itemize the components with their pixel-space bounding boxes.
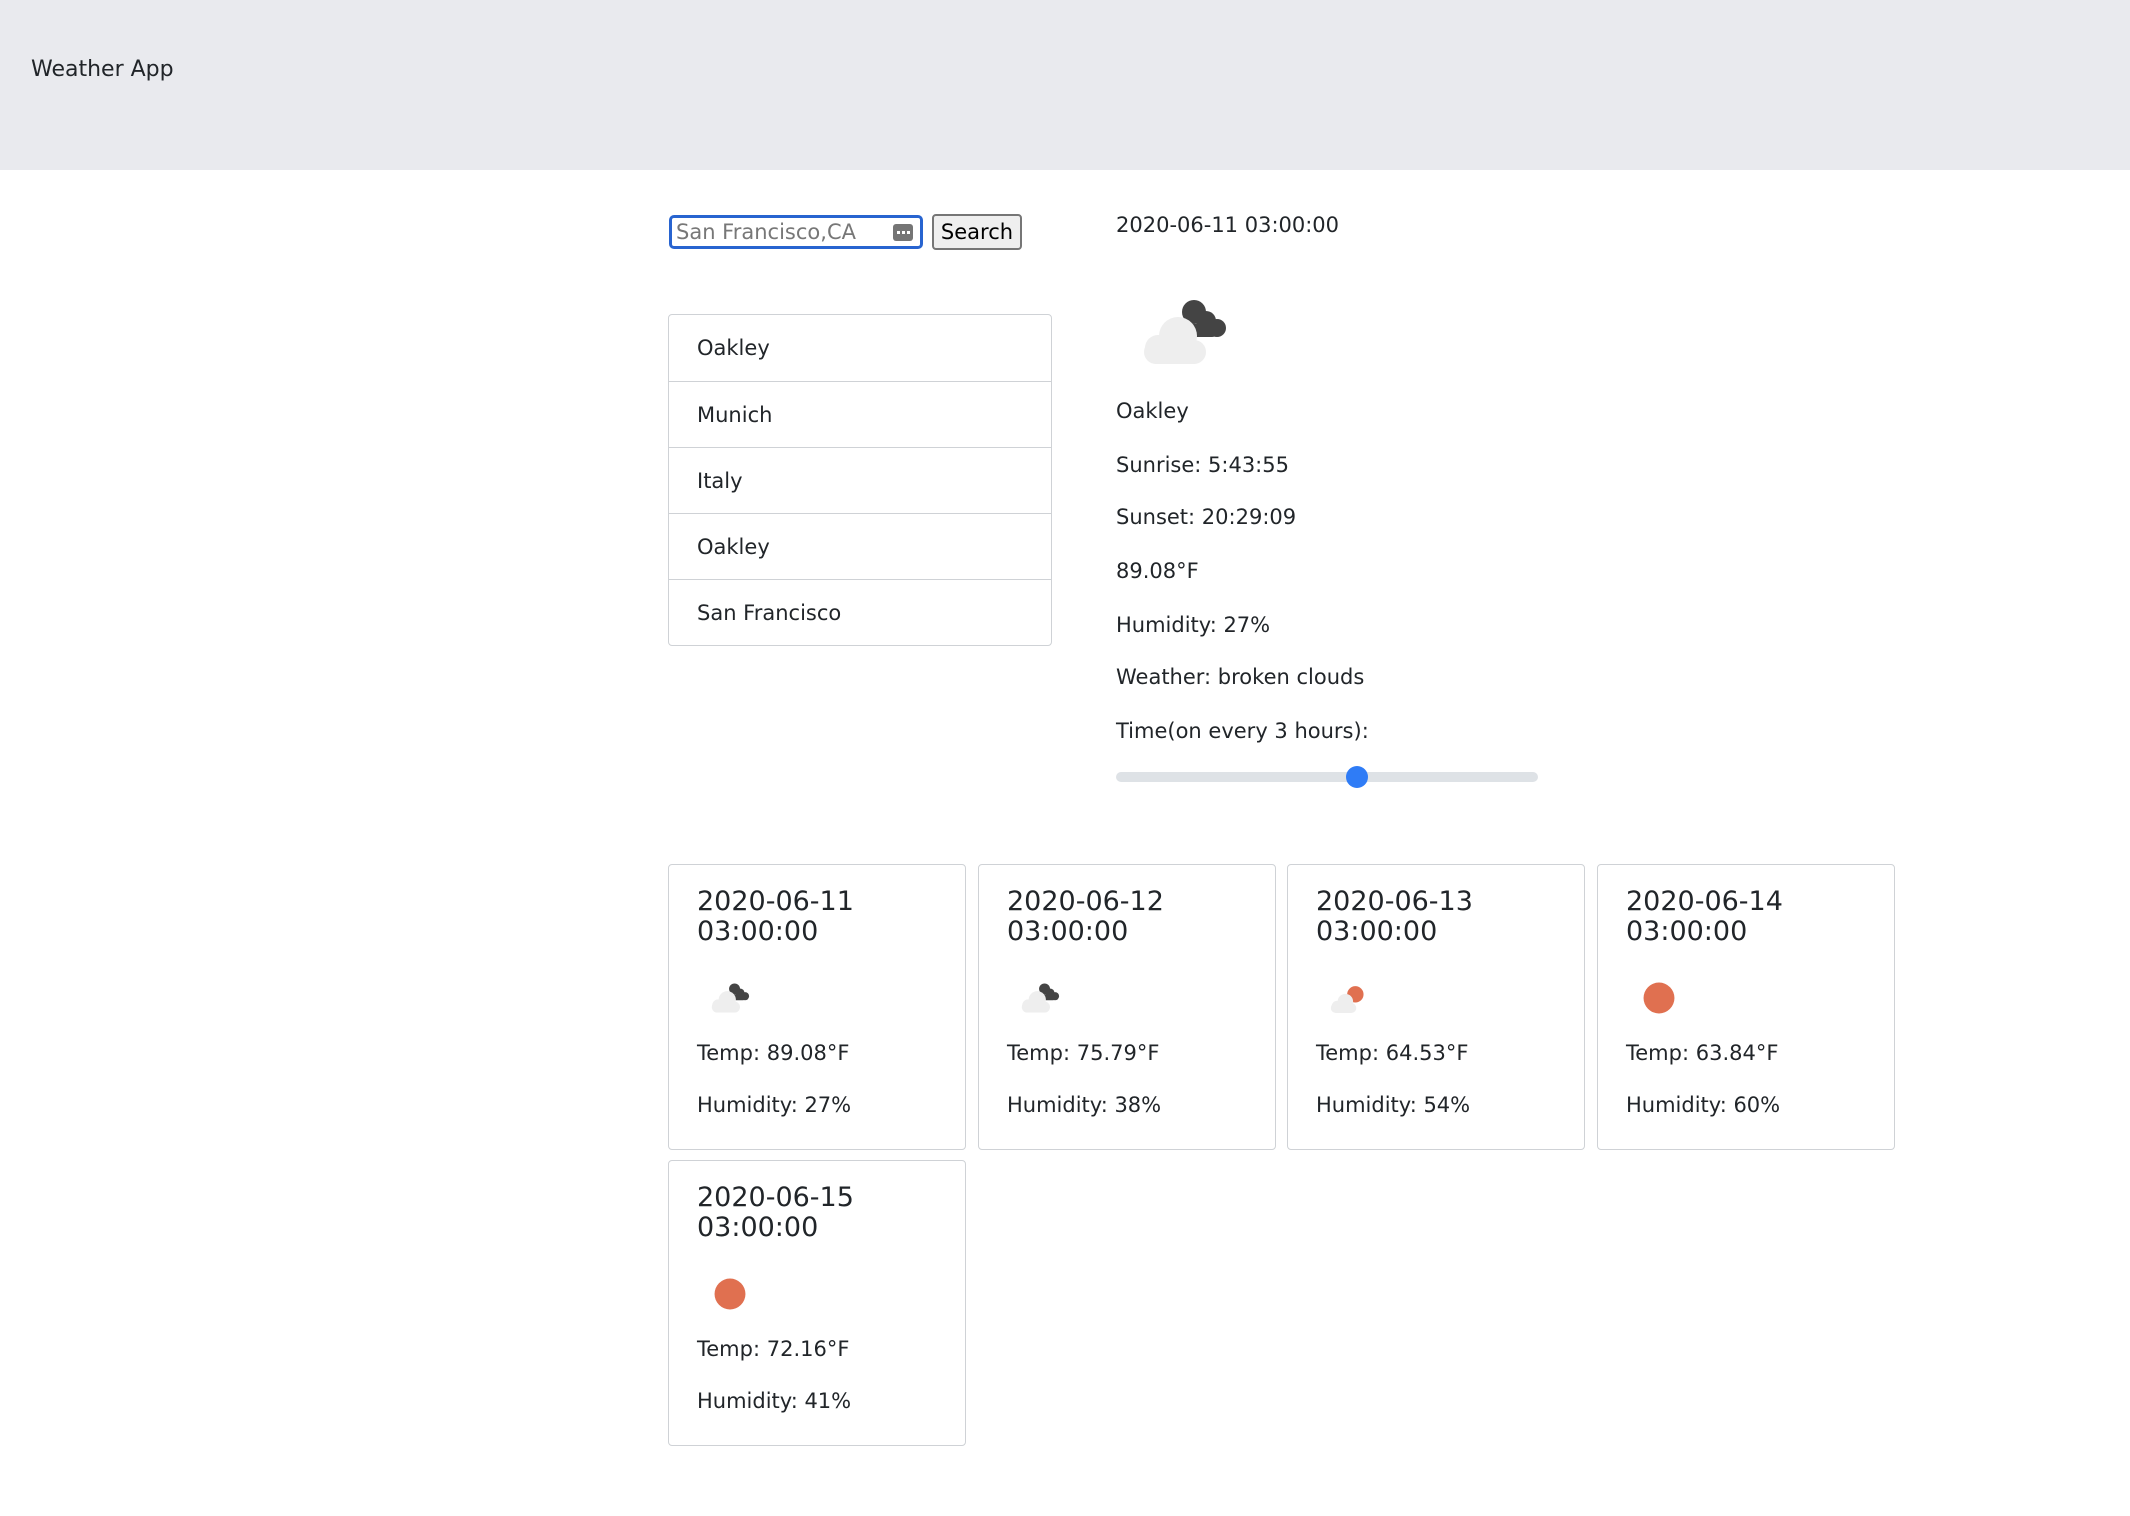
clear-sky-icon [714, 1278, 746, 1310]
app-title[interactable]: Weather App [31, 55, 174, 85]
forecast-date: 2020-06-15 03:00:00 [697, 1182, 854, 1243]
forecast-card: 2020-06-13 03:00:00 Temp: 64.53°F Humidi… [1287, 864, 1585, 1150]
autofill-icon[interactable] [893, 224, 913, 241]
forecast-card: 2020-06-11 03:00:00 Temp: 89.08°F Humidi… [668, 864, 966, 1150]
current-sunset: Sunset: 20:29:09 [1116, 505, 1297, 529]
clear-sky-icon [1643, 982, 1675, 1014]
forecast-temp: Temp: 89.08°F [697, 1041, 850, 1065]
forecast-humidity: Humidity: 60% [1626, 1093, 1781, 1117]
search-input-wrapper[interactable] [669, 215, 923, 249]
navbar: Weather App [0, 0, 2130, 170]
forecast-humidity: Humidity: 38% [1007, 1093, 1162, 1117]
city-list: Oakley Munich Italy Oakley San Francisco [668, 314, 1052, 646]
current-city: Oakley [1116, 399, 1189, 423]
forecast-temp: Temp: 75.79°F [1007, 1041, 1160, 1065]
current-sunrise: Sunrise: 5:43:55 [1116, 453, 1289, 477]
time-slider-label: Time(on every 3 hours): [1116, 719, 1369, 743]
forecast-card: 2020-06-12 03:00:00 Temp: 75.79°F Humidi… [978, 864, 1276, 1150]
city-item[interactable]: San Francisco [669, 579, 1051, 645]
forecast-humidity: Humidity: 27% [697, 1093, 852, 1117]
search-button[interactable]: Search [932, 214, 1022, 250]
forecast-date: 2020-06-11 03:00:00 [697, 886, 854, 947]
current-datetime: 2020-06-11 03:00:00 [1116, 213, 1340, 237]
forecast-temp: Temp: 72.16°F [697, 1337, 850, 1361]
forecast-humidity: Humidity: 41% [697, 1389, 852, 1413]
current-humidity: Humidity: 27% [1116, 613, 1271, 637]
forecast-card: 2020-06-14 03:00:00 Temp: 63.84°F Humidi… [1597, 864, 1895, 1150]
search-input[interactable] [676, 218, 886, 246]
time-slider-thumb[interactable] [1345, 766, 1368, 788]
broken-clouds-icon [711, 983, 750, 1013]
city-item[interactable]: Oakley [669, 513, 1051, 579]
time-slider[interactable] [1116, 766, 1538, 788]
city-item[interactable]: Oakley [669, 315, 1051, 381]
city-item[interactable]: Italy [669, 447, 1051, 513]
broken-clouds-icon [1144, 300, 1226, 364]
forecast-humidity: Humidity: 54% [1316, 1093, 1471, 1117]
forecast-card: 2020-06-15 03:00:00 Temp: 72.16°F Humidi… [668, 1160, 966, 1446]
forecast-date: 2020-06-12 03:00:00 [1007, 886, 1164, 947]
forecast-date: 2020-06-14 03:00:00 [1626, 886, 1783, 947]
forecast-temp: Temp: 64.53°F [1316, 1041, 1469, 1065]
city-item[interactable]: Munich [669, 381, 1051, 447]
few-clouds-icon [1330, 986, 1364, 1013]
current-temp: 89.08°F [1116, 559, 1199, 583]
forecast-date: 2020-06-13 03:00:00 [1316, 886, 1473, 947]
current-weather-desc: Weather: broken clouds [1116, 665, 1365, 689]
broken-clouds-icon [1021, 983, 1060, 1013]
forecast-temp: Temp: 63.84°F [1626, 1041, 1779, 1065]
